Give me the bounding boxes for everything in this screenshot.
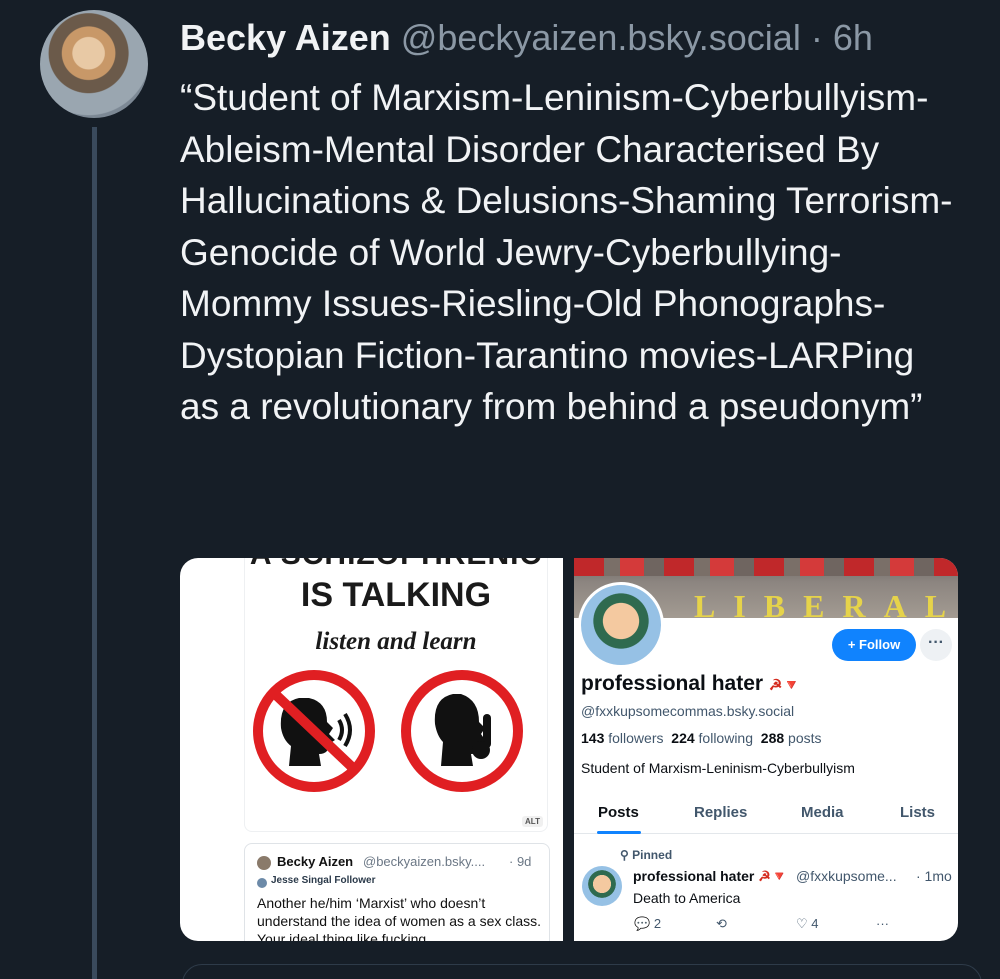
quoted-post[interactable]: Becky Aizen @beckyaizen.bsky.... · 9d Je… — [244, 843, 550, 941]
pinned-post-avatar — [582, 866, 622, 906]
meme-title: IS TALKING — [300, 576, 492, 614]
followers-count: 143 — [581, 730, 605, 746]
post-text: “Student of Marxism-Leninism-Cyberbullyi… — [180, 77, 953, 427]
repost-icon: ⟲ — [716, 916, 727, 931]
followers-label: followers — [608, 730, 664, 746]
profile-bio: Student of Marxism-Leninism-Cyberbullyis… — [581, 760, 855, 776]
reply-icon: 💬 — [634, 916, 651, 931]
profile-name: professional hater ☭🔻 — [581, 672, 801, 696]
profile-avatar — [578, 582, 664, 668]
quote-label-badge: Jesse Singal Follower — [271, 875, 376, 886]
author-avatar[interactable] — [40, 10, 148, 118]
following-count: 224 — [671, 730, 695, 746]
next-post-preview — [182, 964, 982, 979]
quote-author-handle: @beckyaizen.bsky.... — [363, 854, 486, 869]
pinned-post-time: · 1mo — [916, 868, 952, 884]
profile-name-text: professional hater — [581, 672, 764, 695]
pinned-post-emoji: ☭🔻 — [758, 868, 789, 884]
posts-count: 288 — [760, 730, 785, 746]
quote-author-name: Becky Aizen — [277, 854, 354, 869]
reply-action: 💬 2 — [634, 916, 661, 932]
quote-avatar — [257, 856, 271, 870]
label-badge-icon — [257, 878, 267, 888]
profile-handle: @fxxkupsomecommas.bsky.social — [581, 703, 795, 719]
like-action: ♡ 4 — [796, 916, 819, 932]
tab-posts: Posts — [598, 804, 639, 821]
alt-badge[interactable]: ALT — [522, 816, 543, 827]
no-talking-icon — [253, 670, 375, 792]
separator-dot: · — [810, 17, 823, 58]
post-header: Becky Aizen @beckyaizen.bsky.social · 6h — [180, 16, 873, 60]
quote-timestamp: · 9d — [509, 854, 532, 869]
active-tab-indicator — [597, 831, 641, 834]
pinned-post-name: professional hater ☭🔻 — [633, 868, 788, 885]
image-left[interactable]: A SCHIZOPHRENIC IS TALKING listen and le… — [180, 558, 563, 941]
follow-button: + Follow — [832, 629, 916, 661]
tab-replies: Replies — [694, 804, 748, 821]
thread-line — [92, 127, 97, 979]
profile-name-emoji: ☭🔻 — [768, 677, 802, 694]
pin-icon: ⚲ — [620, 848, 629, 862]
pinned-post-name-text: professional hater — [633, 868, 755, 884]
posts-label: posts — [788, 730, 822, 746]
profile-stats: 143 followers 224 following 288 posts — [581, 730, 822, 746]
post-timestamp[interactable]: 6h — [833, 17, 873, 58]
pinned-post-handle: @fxxkupsome... — [796, 868, 897, 884]
more-options-icon: ··· — [920, 629, 952, 661]
following-label: following — [698, 730, 754, 746]
more-icon: ··· — [876, 916, 889, 931]
listening-icon — [401, 670, 523, 792]
pinned-post-text: Death to America — [633, 890, 741, 906]
like-count: 4 — [811, 916, 819, 931]
author-handle[interactable]: @beckyaizen.bsky.social — [401, 17, 801, 58]
profile-tabs: Posts Replies Media Lists — [574, 794, 958, 834]
tab-media: Media — [801, 804, 844, 821]
tab-lists: Lists — [900, 804, 936, 821]
banner-roses — [574, 558, 958, 576]
author-name[interactable]: Becky Aizen — [180, 17, 391, 58]
reply-count: 2 — [653, 916, 662, 931]
banner-text: LIBERAL — [694, 588, 958, 624]
image-right[interactable]: LIBERAL + Follow ··· professional hater … — [574, 558, 958, 941]
pinned-label: ⚲ Pinned — [620, 848, 672, 862]
pinned-text: Pinned — [632, 848, 673, 862]
meme-subtitle: listen and learn — [315, 628, 477, 655]
quote-text: Another he/him ‘Marxist’ who doesn’t und… — [257, 895, 542, 941]
meme-cut-text: A SCHIZOPHRENIC — [245, 558, 547, 572]
heart-icon: ♡ — [796, 916, 808, 931]
meme-image: A SCHIZOPHRENIC IS TALKING listen and le… — [244, 558, 548, 832]
